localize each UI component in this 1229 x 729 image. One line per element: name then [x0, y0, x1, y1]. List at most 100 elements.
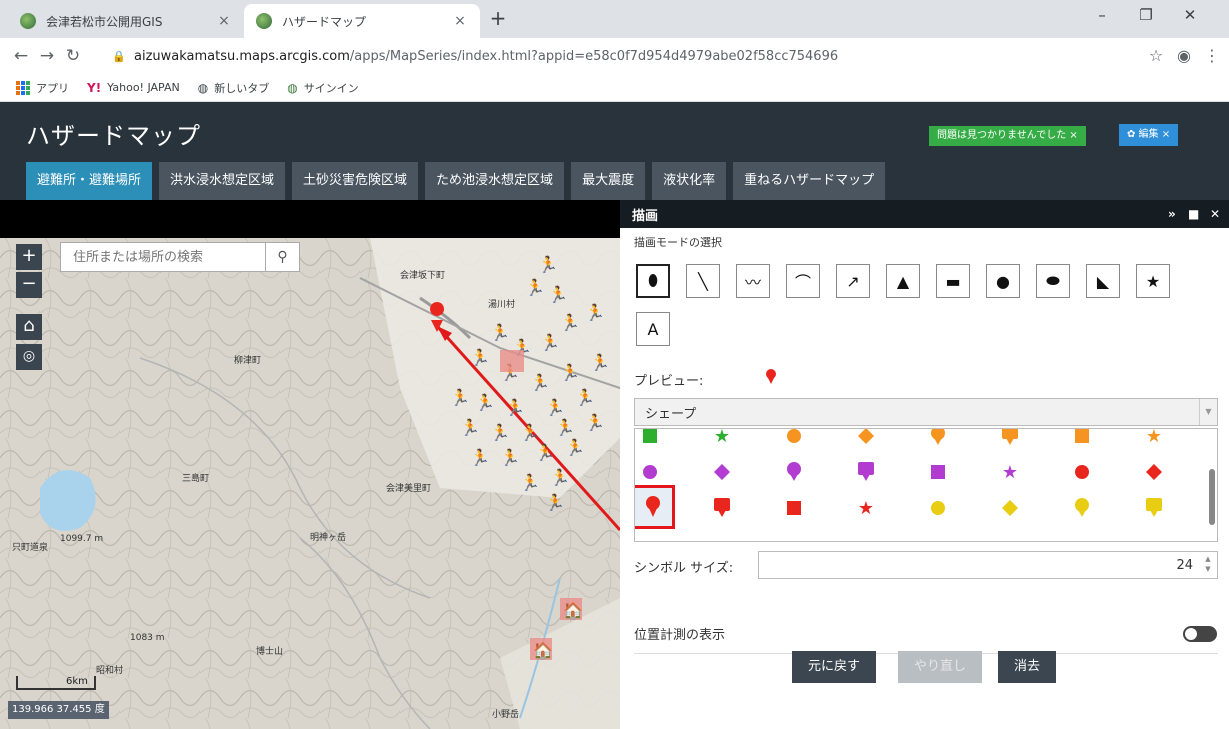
address-bar[interactable]: 🔒 aizuwakamatsu.maps.arcgis.com/apps/Map…: [112, 43, 1112, 69]
tab-shelters[interactable]: 避難所・避難場所: [26, 162, 153, 200]
symbol-red-diamond[interactable]: [1139, 457, 1169, 487]
symbol-yellow-pin[interactable]: [1067, 493, 1097, 523]
star-polygon-icon: ★: [1145, 271, 1161, 291]
symbol-orange-pin[interactable]: [923, 429, 953, 451]
symbol-red-pin[interactable]: [635, 485, 675, 529]
clear-button[interactable]: 消去: [998, 651, 1057, 683]
locate-icon[interactable]: ◎: [16, 344, 42, 370]
status-badge[interactable]: 問題は見つかりませんでした ×: [929, 126, 1086, 146]
symbol-orange-flag[interactable]: [995, 429, 1025, 451]
panel-title: 描画: [632, 208, 659, 224]
tab-pond-flood[interactable]: ため池浸水想定区域: [425, 162, 565, 200]
polyline-icon: 〰: [744, 273, 761, 292]
svg-text:🏃: 🏃: [520, 423, 540, 442]
tab-overlay-hazard[interactable]: 重ねるハザードマップ: [733, 162, 886, 200]
bookmark-signin[interactable]: ◍ サインイン: [287, 80, 358, 96]
tab-seismic[interactable]: 最大震度: [571, 162, 646, 200]
symbol-purple-star[interactable]: ★: [995, 457, 1025, 487]
symbol-purple-pin[interactable]: [779, 457, 809, 487]
restore-icon[interactable]: ❐: [1124, 6, 1168, 24]
freehand-line-tool-button[interactable]: ⌒: [786, 264, 820, 298]
search-icon[interactable]: ⚲: [265, 243, 299, 271]
symbol-red-flag[interactable]: [707, 493, 737, 523]
arrow-tool-button[interactable]: ↗: [836, 264, 870, 298]
symbol-purple-diamond[interactable]: [707, 457, 737, 487]
profile-icon[interactable]: ◉: [1172, 46, 1196, 65]
tab-landslide[interactable]: 土砂災害危険区域: [292, 162, 419, 200]
symbol-orange-square[interactable]: [1067, 429, 1097, 451]
terrain-svg: 🏃🏃 🏃 🏃🏃🏃 🏃🏃🏃 🏃🏃🏃 🏃🏃 🏃 🏃 🏃🏃 🏃 🏃 🏃 🏃 🏃🏃 🏃 🏃 🏃 🏃 🏃🏃 …: [0, 238, 620, 729]
polygon-tool-button[interactable]: ◣: [1086, 264, 1120, 298]
bookmark-newtab[interactable]: ◍ 新しいタブ: [198, 80, 269, 96]
triangle-tool-button[interactable]: ▲: [886, 264, 920, 298]
reload-icon[interactable]: ↻: [60, 46, 86, 66]
back-arrow-icon[interactable]: ←: [8, 46, 34, 66]
size-stepper[interactable]: ▲ ▼: [1201, 554, 1215, 576]
freehand-line-icon: ⌒: [794, 273, 811, 292]
freehand-polygon-tool-button[interactable]: ★: [1136, 264, 1170, 298]
symbol-yellow-flag[interactable]: [1139, 493, 1169, 523]
symbol-orange-diamond[interactable]: [851, 429, 881, 451]
minimize-icon[interactable]: –: [1080, 6, 1124, 24]
close-window-icon[interactable]: ✕: [1168, 6, 1212, 24]
maximize-icon[interactable]: ■: [1188, 207, 1199, 221]
symbol-purple-square[interactable]: [923, 457, 953, 487]
url-host: aizuwakamatsu.maps.arcgis.com: [134, 48, 350, 64]
symbol-grid-scrollbar[interactable]: [1209, 469, 1215, 525]
home-icon[interactable]: ⌂: [16, 314, 42, 340]
place-label: 1083 m: [130, 633, 165, 643]
location-measure-label: 位置計測の表示: [634, 628, 726, 643]
text-tool-button[interactable]: A: [636, 312, 670, 346]
symbol-red-circle[interactable]: [1067, 457, 1097, 487]
collapse-chevron-icon[interactable]: »: [1168, 207, 1176, 221]
forward-arrow-icon[interactable]: →: [34, 46, 60, 66]
symbol-purple-flag[interactable]: [851, 457, 881, 487]
line-tool-button[interactable]: ╲: [686, 264, 720, 298]
app-title: ハザードマップ: [26, 122, 201, 150]
place-label: 会津坂下町: [400, 271, 446, 281]
close-tab-icon[interactable]: ×: [452, 13, 468, 29]
map-canvas[interactable]: 🏃 🏃 🏃 🏃 🏃 🏃 🏃 🏃 🏃 🏃 🏃 🏃 🏃 🏃 🏃 🏃 🏃 🏃 🏃 🏃 🏃 🏃 🏃 🏃 🏃 🏃 🏃 🏃 🏃 🏃 …: [0, 238, 620, 729]
browser-tab-hazard[interactable]: ハザードマップ ×: [244, 4, 480, 38]
point-tool-button[interactable]: ⬮: [636, 264, 670, 298]
symbol-yellow-diamond[interactable]: [995, 493, 1025, 523]
menu-dots-icon[interactable]: ⋮: [1200, 46, 1224, 65]
symbol-size-label: シンボル サイズ:: [634, 561, 734, 576]
close-tab-icon[interactable]: ×: [216, 13, 232, 29]
bookmark-apps[interactable]: アプリ: [16, 80, 69, 96]
svg-text:🏠: 🏠: [563, 601, 583, 620]
bookmark-yahoo[interactable]: Y! Yahoo! JAPAN: [87, 81, 180, 95]
search-input[interactable]: [61, 243, 265, 271]
tab-liquefaction[interactable]: 液状化率: [652, 162, 727, 200]
edit-button[interactable]: ✿ 編集 ×: [1119, 124, 1179, 146]
symbol-size-input[interactable]: 24 ▲ ▼: [758, 551, 1218, 579]
symbol-orange-star[interactable]: ★: [1139, 429, 1169, 451]
zoom-out-button[interactable]: −: [16, 272, 42, 298]
new-tab-icon[interactable]: +: [484, 6, 512, 30]
symbol-red-star[interactable]: ★: [851, 493, 881, 523]
url-path: /apps/MapSeries/index.html?appid=e58c0f7…: [349, 48, 839, 64]
tab-title: ハザードマップ: [282, 14, 367, 29]
symbol-yellow-circle[interactable]: [923, 493, 953, 523]
symbol-green-square[interactable]: [635, 429, 665, 451]
polyline-tool-button[interactable]: 〰: [736, 264, 770, 298]
symbol-purple-circle[interactable]: [635, 457, 665, 487]
browser-tab-gis[interactable]: 会津若松市公開用GIS ×: [8, 4, 244, 38]
bookmark-star-icon[interactable]: ☆: [1144, 46, 1168, 65]
symbol-category-select[interactable]: シェープ ▼: [634, 398, 1218, 426]
undo-button[interactable]: 元に戻す: [792, 651, 877, 683]
symbol-orange-circle[interactable]: [779, 429, 809, 451]
tab-flood[interactable]: 洪水浸水想定区域: [159, 162, 286, 200]
location-measure-toggle[interactable]: [1183, 626, 1217, 642]
close-panel-icon[interactable]: ✕: [1210, 207, 1220, 221]
zoom-in-button[interactable]: +: [16, 244, 42, 270]
circle-tool-button[interactable]: ●: [986, 264, 1020, 298]
chevron-down-icon[interactable]: ▼: [1199, 399, 1217, 425]
symbol-red-square[interactable]: [779, 493, 809, 523]
circle-icon: ●: [996, 271, 1010, 291]
preview-pin-icon: [766, 369, 776, 384]
ellipse-tool-button[interactable]: ⬬: [1036, 264, 1070, 298]
symbol-green-star[interactable]: ★: [707, 429, 737, 451]
redo-button[interactable]: やり直し: [898, 651, 983, 683]
rectangle-tool-button[interactable]: ▬: [936, 264, 970, 298]
